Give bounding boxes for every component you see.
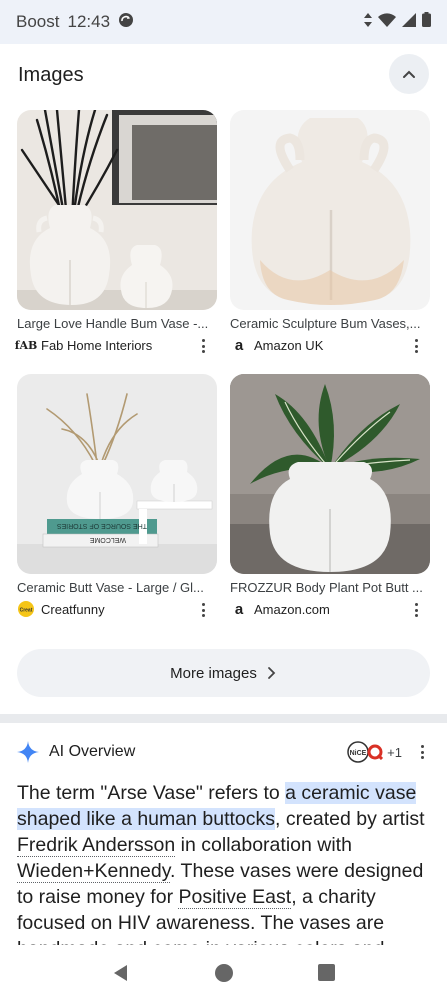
- source-name: Fab Home Interiors: [41, 337, 153, 353]
- status-bar: Boost 12:43: [0, 0, 447, 44]
- image-thumbnail[interactable]: THE SOURCE OF STORIES WELCOME: [17, 374, 217, 574]
- source-name: Amazon.com: [254, 601, 330, 617]
- sync-icon: [118, 12, 134, 33]
- recents-icon[interactable]: [318, 964, 335, 981]
- images-title: Images: [18, 63, 84, 86]
- image-result-source[interactable]: Creat Creatfunny: [17, 600, 217, 618]
- images-section-header: Images: [0, 44, 447, 106]
- status-left: Boost 12:43: [16, 12, 134, 33]
- image-thumbnail[interactable]: [17, 110, 217, 310]
- ai-text-segment: in collaboration with: [175, 834, 352, 856]
- data-arrows-icon: [364, 12, 372, 32]
- source-favicon-icon: NiCE: [347, 741, 369, 763]
- svg-text:NiCE: NiCE: [350, 750, 367, 757]
- image-result-source[interactable]: fAB Fab Home Interiors: [14, 336, 217, 356]
- back-icon[interactable]: [112, 964, 130, 982]
- amazon-logo-icon: a: [234, 600, 244, 618]
- more-images-button[interactable]: More images: [17, 649, 430, 697]
- status-icons: [364, 12, 431, 32]
- ai-overview-header: AI Overview NiCE +1: [17, 735, 430, 769]
- more-options-icon[interactable]: [414, 742, 430, 762]
- system-nav-bar: [0, 945, 447, 1000]
- ai-text-segment: , created by artist: [275, 808, 425, 830]
- ai-link[interactable]: Fredrik Andersson: [17, 834, 176, 857]
- image-result-title[interactable]: Ceramic Sculpture Bum Vases,...: [230, 316, 430, 331]
- image-result-card[interactable]: FROZZUR Body Plant Pot Butt ... a Amazon…: [230, 374, 430, 618]
- image-result-title[interactable]: Large Love Handle Bum Vase -...: [17, 316, 217, 331]
- source-name: Creatfunny: [41, 601, 105, 617]
- image-result-title[interactable]: Ceramic Butt Vase - Large / Gl...: [17, 580, 217, 595]
- image-result-title[interactable]: FROZZUR Body Plant Pot Butt ...: [230, 580, 430, 595]
- book-spine-text: WELCOME: [90, 536, 127, 543]
- creatfunny-logo-icon: Creat: [17, 600, 35, 618]
- ai-sources-chip[interactable]: NiCE +1: [347, 741, 402, 763]
- collapse-button[interactable]: [389, 54, 429, 94]
- ai-link[interactable]: Wieden+Kennedy: [17, 860, 171, 883]
- more-options-icon[interactable]: [408, 336, 424, 356]
- signal-icon: [402, 12, 416, 32]
- ai-link[interactable]: Positive East: [178, 886, 292, 909]
- svg-text:Creat: Creat: [20, 608, 33, 614]
- chevron-up-icon: [403, 70, 415, 78]
- amazon-logo-icon: a: [234, 336, 244, 354]
- book-spine-text: THE SOURCE OF STORIES: [57, 522, 147, 529]
- image-thumbnail[interactable]: [230, 374, 430, 574]
- source-favicon-icon: [367, 744, 384, 760]
- more-options-icon[interactable]: [195, 600, 211, 620]
- clock: 12:43: [67, 12, 111, 31]
- image-result-source[interactable]: a Amazon UK: [230, 336, 430, 354]
- home-icon[interactable]: [214, 963, 234, 983]
- gemini-sparkle-icon: [17, 741, 39, 763]
- fab-logo-icon: fAB: [14, 338, 38, 352]
- section-divider: [0, 714, 447, 723]
- image-result-card[interactable]: Large Love Handle Bum Vase -... fAB Fab …: [14, 110, 217, 356]
- more-options-icon[interactable]: [408, 600, 424, 620]
- image-result-source[interactable]: a Amazon.com: [230, 600, 430, 618]
- ai-overview-title: AI Overview: [49, 743, 136, 760]
- source-name: Amazon UK: [254, 337, 324, 353]
- image-thumbnail[interactable]: [230, 110, 430, 310]
- chevron-right-icon: [267, 667, 276, 679]
- battery-icon: [422, 12, 431, 32]
- wifi-icon: [378, 12, 396, 32]
- image-result-card[interactable]: THE SOURCE OF STORIES WELCOME Ceramic Bu…: [17, 374, 217, 618]
- image-result-card[interactable]: Ceramic Sculpture Bum Vases,... a Amazon…: [230, 110, 430, 354]
- carrier-label: Boost: [16, 12, 60, 31]
- source-count: +1: [387, 744, 402, 760]
- ai-overview-text: The term "Arse Vase" refers to a ceramic…: [17, 780, 430, 945]
- ai-text-segment: The term "Arse Vase" refers to: [17, 782, 286, 804]
- more-images-label: More images: [170, 664, 257, 682]
- more-options-icon[interactable]: [195, 336, 211, 356]
